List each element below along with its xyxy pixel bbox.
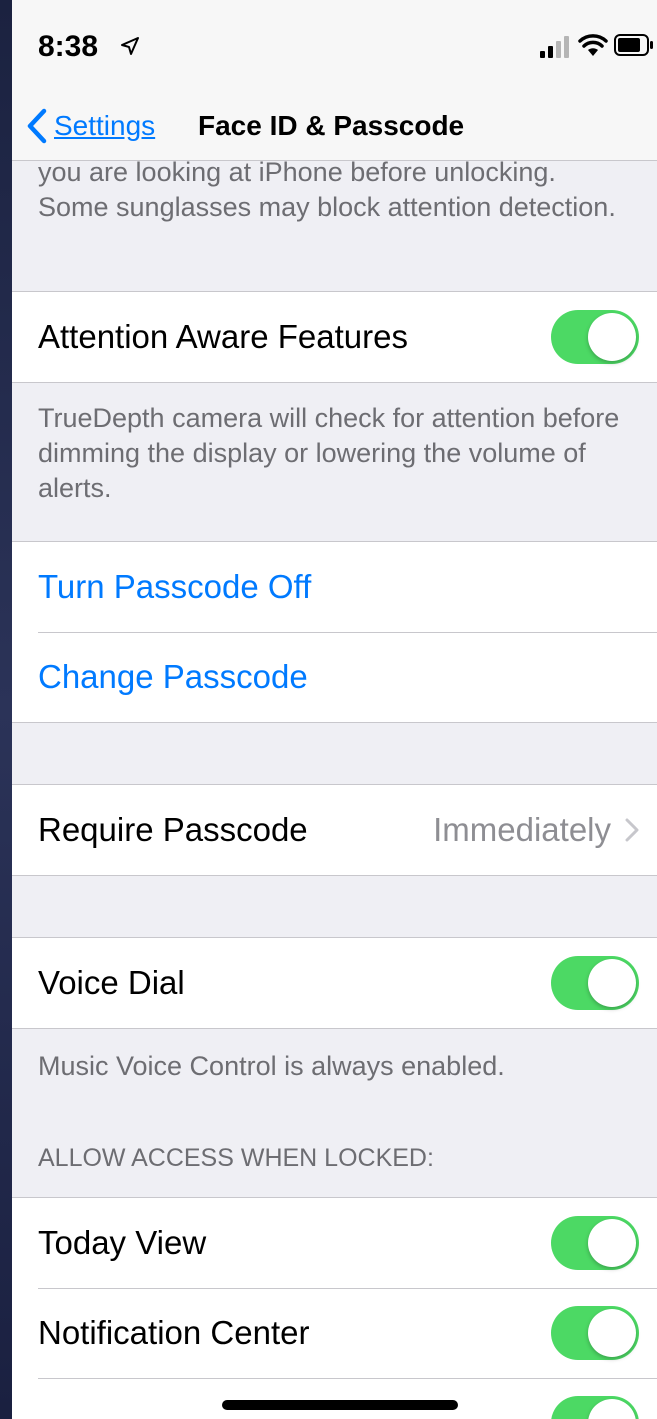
toggle-knob	[588, 1219, 636, 1267]
require-passcode-label: Require Passcode	[38, 811, 308, 848]
settings-list[interactable]: you are looking at iPhone before unlocki…	[12, 157, 657, 1419]
home-indicator[interactable]	[222, 1400, 458, 1410]
attention-aware-row: Attention Aware Features	[12, 292, 657, 382]
page-title: Face ID & Passcode	[198, 110, 465, 141]
status-bar: 8:38	[12, 0, 657, 92]
chevron-left-icon	[27, 108, 47, 144]
navigation-bar: Settings Face ID & Passcode	[12, 92, 657, 161]
passcode-actions-group: Turn Passcode Off Change Passcode	[12, 541, 657, 723]
turn-passcode-off-label: Turn Passcode Off	[38, 568, 312, 605]
toggle-knob	[588, 959, 636, 1007]
locked-access-group: Today View Notification Center	[12, 1197, 657, 1419]
attention-aware-label: Attention Aware Features	[38, 318, 408, 355]
battery-icon	[614, 34, 653, 56]
partial-row	[12, 1378, 657, 1419]
attention-footer: TrueDepth camera will check for attentio…	[38, 403, 620, 503]
voice-dial-row: Voice Dial	[12, 938, 657, 1028]
location-arrow-icon	[121, 37, 139, 55]
back-button[interactable]: Settings	[26, 104, 155, 148]
toggle-knob	[588, 1399, 636, 1419]
notification-center-toggle[interactable]	[551, 1306, 639, 1360]
change-passcode-label: Change Passcode	[38, 658, 308, 695]
back-button-label: Settings	[54, 110, 156, 141]
turn-passcode-off-button[interactable]: Turn Passcode Off	[12, 542, 657, 632]
notification-center-row: Notification Center	[12, 1288, 657, 1378]
today-view-row: Today View	[12, 1198, 657, 1288]
chevron-right-icon	[625, 818, 639, 842]
attention-group: Attention Aware Features	[12, 291, 657, 383]
toggle-knob	[588, 1309, 636, 1357]
face-id-description: you are looking at iPhone before unlocki…	[38, 157, 616, 222]
require-passcode-row[interactable]: Require Passcode Immediately	[12, 785, 657, 875]
voice-dial-group: Voice Dial	[12, 937, 657, 1029]
attention-aware-toggle[interactable]	[551, 310, 639, 364]
toggle-knob	[588, 313, 636, 361]
phone-screen: 8:38 Settings Face ID & Passcode you are…	[12, 0, 657, 1419]
background-edge	[0, 0, 12, 1419]
notification-center-label: Notification Center	[38, 1314, 310, 1351]
voice-dial-toggle[interactable]	[551, 956, 639, 1010]
voice-dial-label: Voice Dial	[38, 964, 185, 1001]
change-passcode-button[interactable]: Change Passcode	[12, 632, 657, 722]
require-passcode-group: Require Passcode Immediately	[12, 784, 657, 876]
today-view-toggle[interactable]	[551, 1216, 639, 1270]
partial-row-toggle[interactable]	[551, 1396, 639, 1419]
signal-icon	[540, 36, 569, 58]
require-passcode-value: Immediately	[433, 811, 611, 848]
voice-dial-footer: Music Voice Control is always enabled.	[38, 1051, 505, 1081]
allow-access-header: ALLOW ACCESS WHEN LOCKED:	[38, 1144, 434, 1172]
today-view-label: Today View	[38, 1224, 207, 1261]
status-time: 8:38	[38, 30, 99, 63]
wifi-icon	[578, 34, 608, 56]
